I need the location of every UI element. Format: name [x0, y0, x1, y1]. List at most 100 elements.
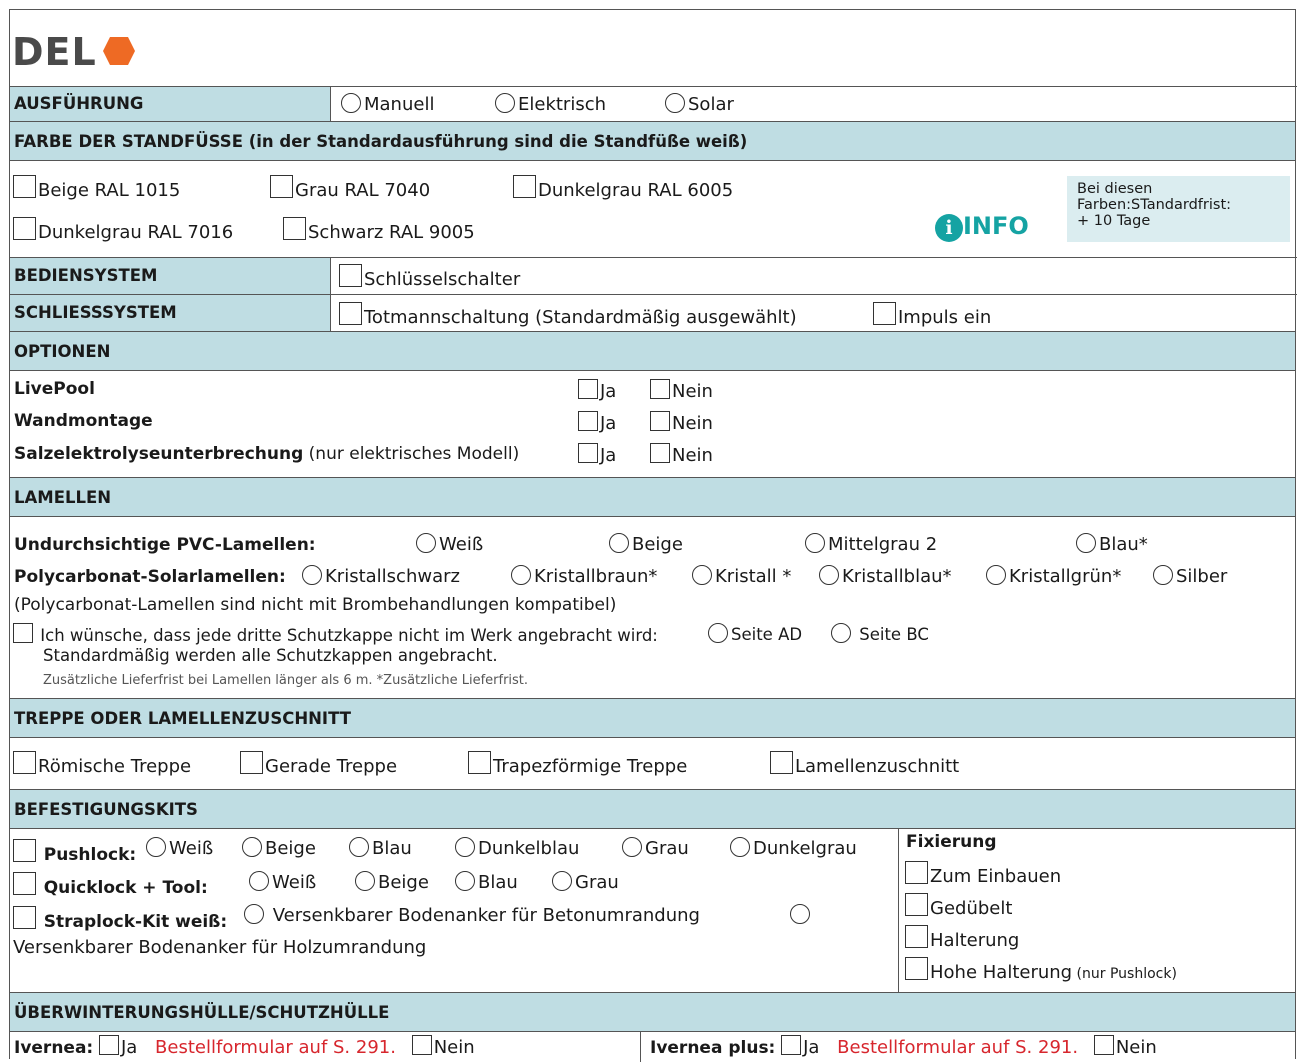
pushlock-grau[interactable]: Grau	[622, 837, 689, 859]
straplock-beton[interactable]: Versenkbarer Bodenanker für Betonumrandu…	[244, 904, 700, 926]
kappe-seite-bc[interactable]: Seite BC	[831, 623, 929, 644]
radio-icon[interactable]	[302, 565, 322, 585]
radio-icon[interactable]	[495, 93, 515, 113]
straplock-option[interactable]: Straplock-Kit weiß:	[13, 906, 227, 932]
poly-kristallgruen[interactable]: Kristallgrün*	[986, 565, 1121, 587]
radio-icon[interactable]	[552, 871, 572, 891]
checkbox-icon[interactable]	[468, 751, 491, 774]
radio-icon[interactable]	[708, 623, 728, 643]
pvc-beige[interactable]: Beige	[609, 533, 683, 555]
option-roemische-treppe[interactable]: Römische Treppe	[13, 751, 191, 777]
checkbox-icon[interactable]	[13, 175, 36, 198]
radio-icon[interactable]	[455, 837, 475, 857]
checkbox-icon[interactable]	[578, 443, 598, 463]
pushlock-option[interactable]: Pushlock:	[13, 839, 136, 865]
checkbox-icon[interactable]	[98, 1035, 119, 1055]
option-dunkelgrau-ral-6005[interactable]: Dunkelgrau RAL 6005	[513, 175, 733, 201]
checkbox-icon[interactable]	[905, 861, 928, 884]
pvc-blau[interactable]: Blau*	[1076, 533, 1148, 555]
quicklock-grau[interactable]: Grau	[552, 871, 619, 893]
radio-icon[interactable]	[819, 565, 839, 585]
radio-icon[interactable]	[341, 93, 361, 113]
option-gerade-treppe[interactable]: Gerade Treppe	[240, 751, 397, 777]
option-lamellenzuschnitt[interactable]: Lamellenzuschnitt	[770, 751, 959, 777]
checkbox-icon[interactable]	[283, 217, 306, 240]
poly-kristallbraun[interactable]: Kristallbraun*	[511, 565, 657, 587]
checkbox-icon[interactable]	[339, 264, 362, 287]
checkbox-icon[interactable]	[873, 302, 896, 325]
option-beige-ral-1015[interactable]: Beige RAL 1015	[13, 175, 180, 201]
ivernea-plus-ja[interactable]: Ja	[781, 1035, 819, 1058]
option-elektrisch[interactable]: Elektrisch	[495, 93, 606, 115]
checkbox-icon[interactable]	[650, 411, 670, 431]
checkbox-icon[interactable]	[339, 302, 362, 325]
option-solar[interactable]: Solar	[665, 93, 734, 115]
wandmontage-nein[interactable]: Nein	[650, 411, 713, 434]
radio-icon[interactable]	[665, 93, 685, 113]
checkbox-icon[interactable]	[650, 443, 670, 463]
radio-icon[interactable]	[416, 533, 436, 553]
livepool-nein[interactable]: Nein	[650, 379, 713, 402]
checkbox-icon[interactable]	[905, 893, 928, 916]
checkbox-icon[interactable]	[770, 751, 793, 774]
ivernea-nein[interactable]: Nein	[411, 1035, 475, 1058]
radio-icon[interactable]	[244, 904, 264, 924]
poly-kristallblau[interactable]: Kristallblau*	[819, 565, 952, 587]
checkbox-icon[interactable]	[13, 623, 33, 643]
option-manuell[interactable]: Manuell	[341, 93, 434, 115]
fix-hohe-halterung[interactable]: Hohe Halterung (nur Pushlock)	[905, 957, 1177, 983]
checkbox-icon[interactable]	[13, 839, 36, 862]
radio-icon[interactable]	[349, 837, 369, 857]
checkbox-icon[interactable]	[905, 925, 928, 948]
checkbox-icon[interactable]	[578, 411, 598, 431]
quicklock-option[interactable]: Quicklock + Tool:	[13, 872, 208, 898]
salzelektrolyse-nein[interactable]: Nein	[650, 443, 713, 466]
radio-icon[interactable]	[249, 871, 269, 891]
radio-icon[interactable]	[242, 837, 262, 857]
pushlock-weiss[interactable]: Weiß	[146, 837, 213, 859]
salzelektrolyse-ja[interactable]: Ja	[578, 443, 616, 466]
wandmontage-ja[interactable]: Ja	[578, 411, 616, 434]
radio-icon[interactable]	[455, 871, 475, 891]
radio-icon[interactable]	[730, 837, 750, 857]
option-totmannschaltung[interactable]: Totmannschaltung (Standardmäßig ausgewäh…	[339, 302, 797, 328]
straplock-holz-radio[interactable]	[790, 904, 813, 926]
quicklock-blau[interactable]: Blau	[455, 871, 518, 893]
poly-kristallschwarz[interactable]: Kristallschwarz	[302, 565, 460, 587]
checkbox-icon[interactable]	[13, 217, 36, 240]
radio-icon[interactable]	[831, 623, 851, 643]
checkbox-icon[interactable]	[781, 1035, 802, 1055]
radio-icon[interactable]	[790, 904, 810, 924]
radio-icon[interactable]	[805, 533, 825, 553]
quicklock-weiss[interactable]: Weiß	[249, 871, 316, 893]
option-dunkelgrau-ral-7016[interactable]: Dunkelgrau RAL 7016	[13, 217, 233, 243]
fix-geduebelt[interactable]: Gedübelt	[905, 893, 1012, 919]
radio-icon[interactable]	[692, 565, 712, 585]
ivernea-plus-nein[interactable]: Nein	[1093, 1035, 1157, 1058]
pushlock-dunkelblau[interactable]: Dunkelblau	[455, 837, 579, 859]
radio-icon[interactable]	[622, 837, 642, 857]
poly-kristall[interactable]: Kristall *	[692, 565, 791, 587]
checkbox-icon[interactable]	[513, 175, 536, 198]
option-grau-ral-7040[interactable]: Grau RAL 7040	[270, 175, 430, 201]
radio-icon[interactable]	[986, 565, 1006, 585]
pvc-mittelgrau[interactable]: Mittelgrau 2	[805, 533, 937, 555]
radio-icon[interactable]	[1153, 565, 1173, 585]
option-schluesselschalter[interactable]: Schlüsselschalter	[339, 264, 520, 290]
checkbox-icon[interactable]	[13, 906, 36, 929]
pvc-weiss[interactable]: Weiß	[416, 533, 483, 555]
fix-halterung[interactable]: Halterung	[905, 925, 1019, 951]
option-schwarz-ral-9005[interactable]: Schwarz RAL 9005	[283, 217, 475, 243]
checkbox-icon[interactable]	[13, 751, 36, 774]
checkbox-icon[interactable]	[1093, 1035, 1114, 1055]
radio-icon[interactable]	[609, 533, 629, 553]
radio-icon[interactable]	[355, 871, 375, 891]
ivernea-ja[interactable]: Ja	[98, 1035, 137, 1058]
pushlock-dunkelgrau[interactable]: Dunkelgrau	[730, 837, 857, 859]
option-trapezfoermige-treppe[interactable]: Trapezförmige Treppe	[468, 751, 687, 777]
livepool-ja[interactable]: Ja	[578, 379, 616, 402]
kappe-seite-ad[interactable]: Seite AD	[708, 623, 802, 644]
pushlock-blau[interactable]: Blau	[349, 837, 412, 859]
checkbox-icon[interactable]	[905, 957, 928, 980]
poly-silber[interactable]: Silber	[1153, 565, 1227, 587]
